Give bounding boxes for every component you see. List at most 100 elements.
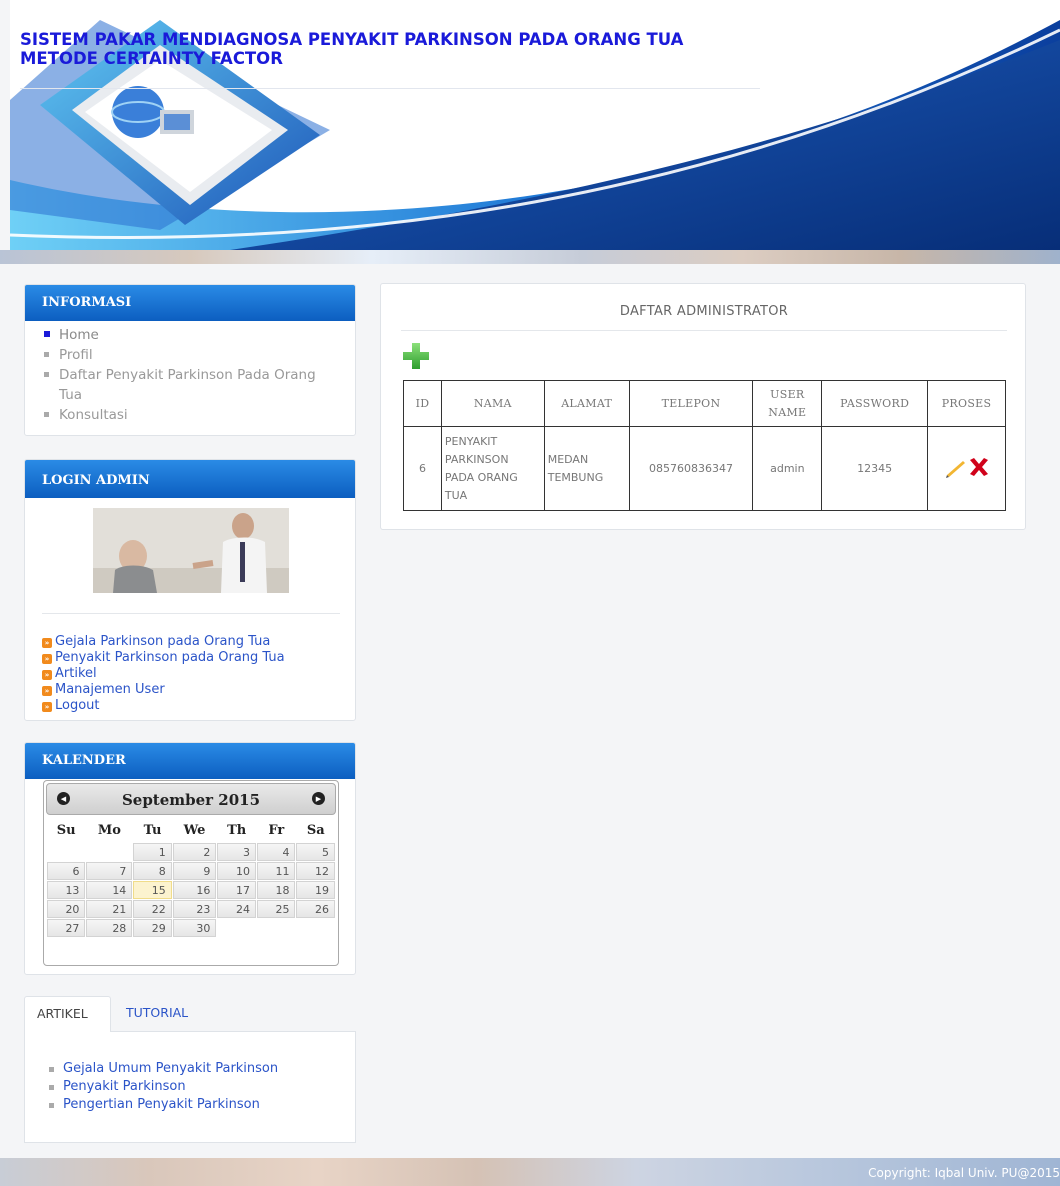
calendar-day[interactable]: 27 [47, 919, 86, 937]
calendar-day[interactable]: 15 [133, 881, 172, 899]
site-title: SISTEM PAKAR MENDIAGNOSA PENYAKIT PARKIN… [20, 30, 683, 68]
cell-id: 6 [403, 426, 442, 511]
header-photo-strip [0, 250, 1060, 264]
row-actions [945, 458, 988, 478]
admin-links: » Gejala Parkinson pada Orang Tua » Penyak… [42, 634, 285, 714]
cell-nama-line: PADA ORANG [444, 470, 518, 484]
calendar-day[interactable]: 17 [217, 881, 257, 899]
artikel-tabs: ARTIKEL TUTORIAL Gejala Umum Penyakit Pa… [24, 996, 356, 1143]
calendar-day[interactable]: 22 [133, 900, 172, 918]
menu-item-label: Konsultasi [59, 407, 128, 423]
calendar-day[interactable]: 10 [217, 862, 257, 880]
calendar-day[interactable]: 14 [86, 881, 133, 899]
square-bullet-icon [44, 412, 49, 417]
calendar-day[interactable]: 21 [86, 900, 133, 918]
menu-item-profil[interactable]: Profil [42, 345, 345, 365]
site-title-line1: SISTEM PAKAR MENDIAGNOSA PENYAKIT PARKIN… [20, 30, 684, 49]
tab-artikel[interactable]: ARTIKEL [24, 996, 111, 1032]
calendar-day[interactable]: 7 [86, 862, 133, 880]
menu-item-label: Daftar Penyakit Parkinson Pada Orang [59, 367, 316, 383]
artikel-link-label: Gejala Umum Penyakit Parkinson [63, 1061, 279, 1076]
calendar-day[interactable]: 3 [217, 843, 257, 861]
calendar-day[interactable]: 16 [172, 881, 217, 899]
informasi-heading: INFORMASI [25, 285, 355, 321]
copyright-text: Copyright: Iqbal Univ. PU@2015 [868, 1166, 1060, 1180]
menu-item-daftar-penyakit[interactable]: Daftar Penyakit Parkinson Pada Orang Tua [42, 365, 345, 405]
admin-table: ID NAMA ALAMAT TELEPON USER NAME PASSWORD… [403, 380, 1006, 511]
informasi-menu: Home Profil Daftar Penyakit Parkinson Pa… [25, 321, 355, 425]
table-header-row: ID NAMA ALAMAT TELEPON USER NAME PASSWORD… [403, 380, 1006, 427]
artikel-link[interactable]: Penyakit Parkinson [49, 1078, 278, 1096]
calendar-day[interactable]: 6 [47, 862, 86, 880]
calendar-day[interactable]: 24 [217, 900, 257, 918]
next-month-icon[interactable]: ▶ [312, 792, 325, 805]
square-bullet-icon [44, 352, 49, 357]
calendar-day[interactable]: 25 [257, 900, 296, 918]
calendar-empty-cell [296, 919, 335, 937]
calendar-month-label: September 2015 [121, 791, 261, 809]
weekday-label: Su [56, 822, 76, 838]
calendar-day[interactable]: 28 [86, 919, 133, 937]
col-header-username: USER NAME [752, 380, 823, 427]
cell-alamat: MEDAN TEMBUNG [543, 426, 630, 511]
tab-tutorial[interactable]: TUTORIAL [114, 996, 200, 1032]
artikel-link-label: Pengertian Penyakit Parkinson [63, 1097, 260, 1112]
menu-item-konsultasi[interactable]: Konsultasi [42, 405, 345, 425]
admin-link-logout[interactable]: » Logout [42, 698, 285, 714]
artikel-link[interactable]: Gejala Umum Penyakit Parkinson [49, 1060, 278, 1078]
admin-link-penyakit[interactable]: » Penyakit Parkinson pada Orang Tua [42, 650, 285, 666]
calendar-day[interactable]: 8 [133, 862, 172, 880]
calendar-day[interactable]: 13 [47, 881, 86, 899]
calendar-empty-cell [86, 843, 132, 861]
calendar-day[interactable]: 18 [257, 881, 296, 899]
menu-item-label-cont: Tua [59, 387, 83, 403]
admin-link-gejala[interactable]: » Gejala Parkinson pada Orang Tua [42, 634, 285, 650]
calendar-week: 6 7 8 9 10 11 12 [47, 862, 335, 880]
admin-link-manajemen-user[interactable]: » Manajemen User [42, 682, 285, 698]
site-header: SISTEM PAKAR MENDIAGNOSA PENYAKIT PARKIN… [10, 0, 1060, 250]
calendar-day[interactable]: 5 [296, 843, 335, 861]
calendar-day[interactable]: 30 [172, 919, 217, 937]
calendar-day[interactable]: 9 [172, 862, 217, 880]
calendar-week: 27 28 29 30 [47, 919, 335, 937]
calendar-day[interactable]: 4 [257, 843, 296, 861]
double-arrow-icon: » [42, 654, 52, 664]
site-footer: Copyright: Iqbal Univ. PU@2015 [0, 1158, 1060, 1186]
kalender-heading: KALENDER [25, 743, 355, 779]
artikel-link-label: Penyakit Parkinson [63, 1079, 186, 1094]
calendar-day[interactable]: 29 [133, 919, 172, 937]
col-header-alamat: ALAMAT [543, 380, 630, 427]
main-content-panel: DAFTAR ADMINISTRATOR ID NAMA ALAMAT TELE… [380, 283, 1026, 530]
calendar-day[interactable]: 11 [257, 862, 296, 880]
weekday-label: Tu [143, 822, 162, 838]
x-icon[interactable] [969, 458, 988, 476]
calendar-day[interactable]: 19 [296, 881, 335, 899]
calendar-day[interactable]: 20 [47, 900, 86, 918]
tab-panel-artikel: Gejala Umum Penyakit Parkinson Penyakit … [24, 1031, 356, 1143]
calendar-empty-cell [257, 919, 295, 937]
col-header-password: PASSWORD [821, 380, 929, 427]
plus-icon[interactable] [403, 343, 429, 369]
pencil-icon[interactable] [945, 461, 965, 478]
cell-nama-line: PARKINSON [444, 452, 509, 466]
calendar-day[interactable]: 26 [296, 900, 335, 918]
cell-alamat-line: TEMBUNG [547, 470, 604, 484]
admin-link-artikel[interactable]: » Artikel [42, 666, 285, 682]
calendar-day[interactable]: 2 [172, 843, 217, 861]
weekday-label: We [183, 822, 206, 838]
menu-item-home[interactable]: Home [42, 325, 345, 345]
calendar-day[interactable]: 1 [133, 843, 172, 861]
calendar-week: 20 21 22 23 24 25 26 [47, 900, 335, 918]
col-header-proses: PROSES [927, 380, 1006, 427]
calendar-day[interactable]: 23 [172, 900, 217, 918]
login-admin-block: LOGIN ADMIN » Gejala Parkinson pada Orang… [24, 459, 356, 721]
cell-telepon: 085760836347 [628, 426, 754, 511]
col-header-nama: NAMA [440, 380, 545, 427]
cell-alamat-line: MEDAN [547, 452, 589, 466]
prev-month-icon[interactable]: ◀ [57, 792, 70, 805]
calendar-day[interactable]: 12 [296, 862, 335, 880]
admin-link-label: Artikel [55, 666, 97, 681]
artikel-link[interactable]: Pengertian Penyakit Parkinson [49, 1096, 278, 1114]
informasi-block: INFORMASI Home Profil Daftar Penyakit Pa… [24, 284, 356, 436]
square-bullet-icon [49, 1103, 54, 1108]
